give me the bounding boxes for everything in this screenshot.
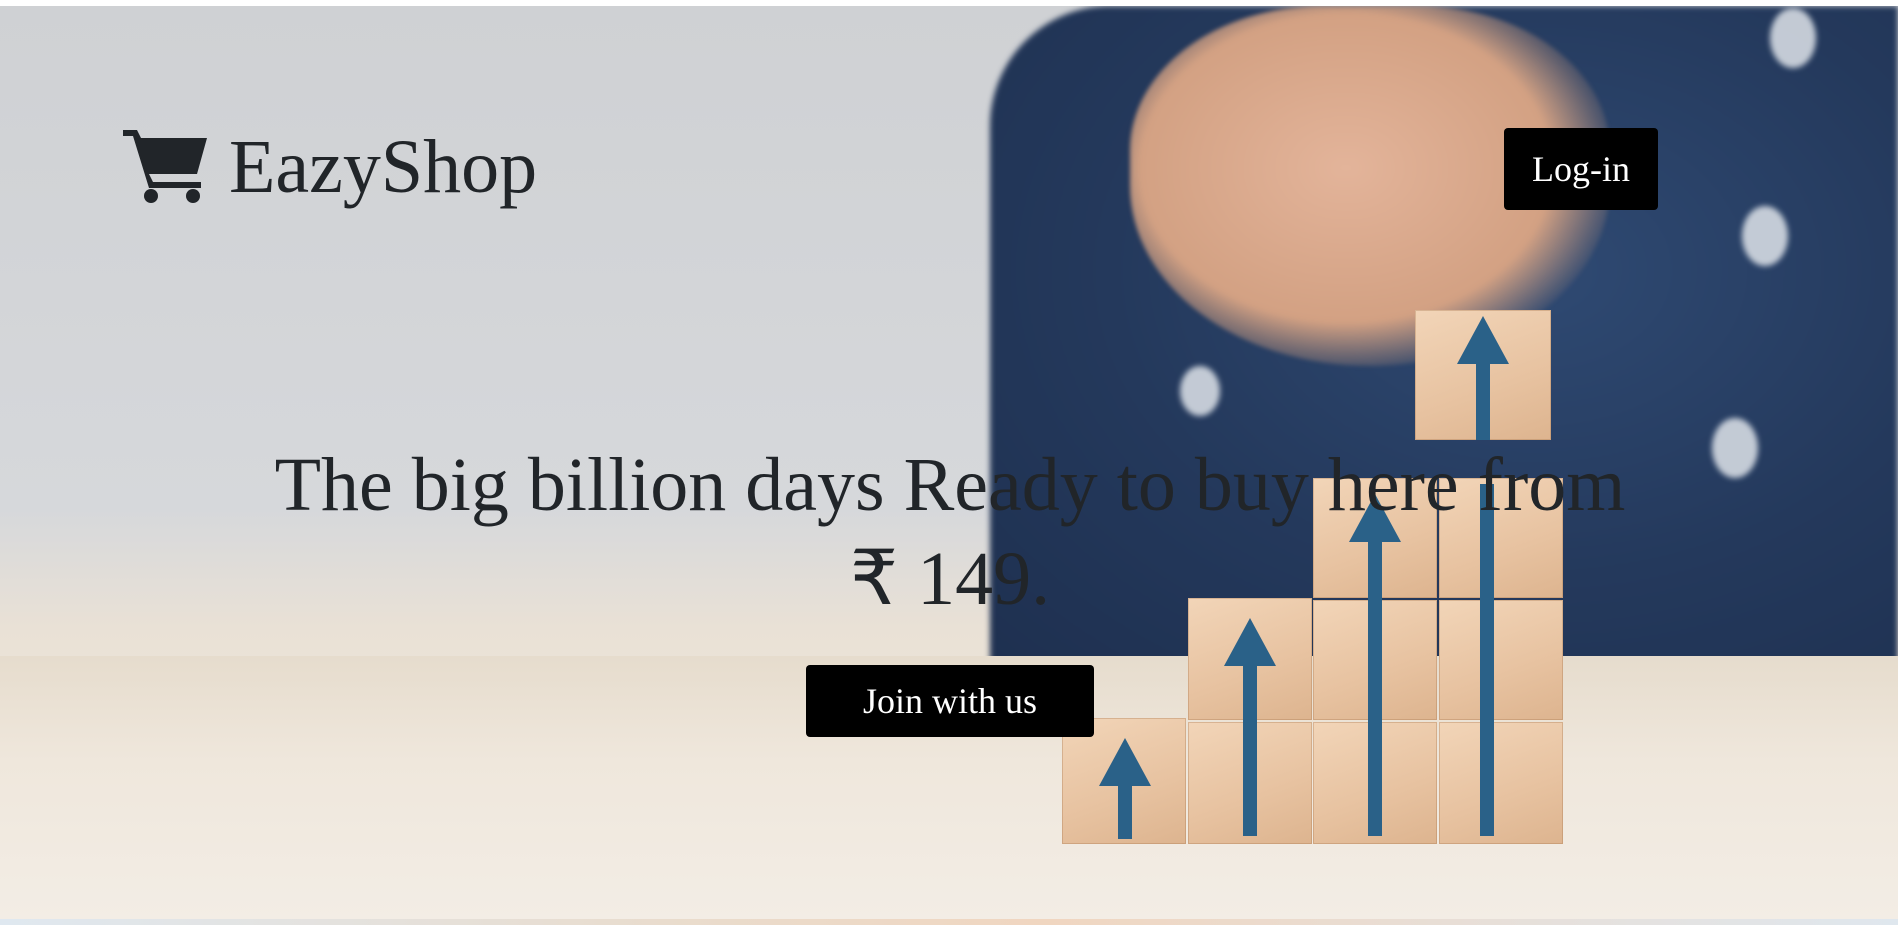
bottom-strip	[0, 919, 1898, 925]
hero-headline: The big billion days Ready to buy here f…	[180, 438, 1720, 626]
join-button[interactable]: Join with us	[806, 665, 1094, 737]
login-button[interactable]: Log-in	[1504, 128, 1658, 210]
shopping-cart-icon	[121, 124, 209, 209]
headline-line-1: The big billion days Ready to buy here f…	[274, 443, 1626, 527]
brand[interactable]: EazyShop	[121, 124, 537, 209]
shirt-dot	[1180, 366, 1220, 416]
headline-line-2: ₹ 149.	[849, 537, 1051, 621]
brand-name: EazyShop	[229, 124, 538, 209]
hero-section: EazyShop Log-in The big billion days Rea…	[0, 6, 1898, 919]
shirt-dot	[1770, 8, 1816, 68]
shirt-dot	[1742, 206, 1788, 266]
